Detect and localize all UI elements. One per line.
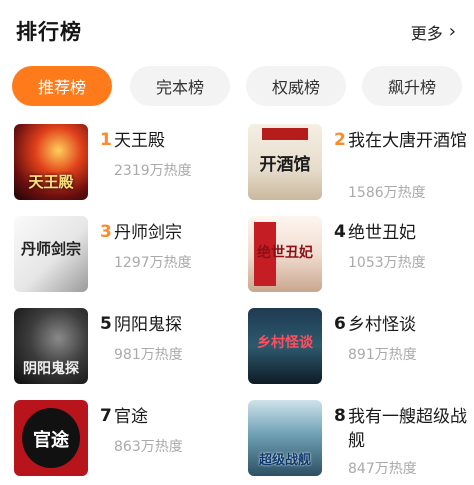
book-title: 官途 xyxy=(114,407,148,427)
tab-completed[interactable]: 完本榜 xyxy=(130,66,230,106)
tab-label: 飙升榜 xyxy=(387,78,436,97)
book-title: 天王殿 xyxy=(114,131,165,151)
list-item[interactable]: 阴阳鬼探 5 阴阳鬼探 981万热度 xyxy=(14,308,244,398)
cover-title: 乡村怪谈 xyxy=(257,335,313,351)
list-item[interactable]: 官途 7 官途 863万热度 xyxy=(14,400,244,485)
cover-title: 开酒馆 xyxy=(259,155,311,175)
cover-title: 阴阳鬼探 xyxy=(23,361,79,377)
cover-title: 官途 xyxy=(33,430,69,451)
book-title: 我有一艘超级战舰 xyxy=(348,407,467,451)
ranking-tabs: 推荐榜 完本榜 权威榜 飙升榜 xyxy=(12,66,472,106)
book-cover: 绝世丑妃 xyxy=(248,216,322,292)
list-item[interactable]: 超级战舰 8 我有一艘超级战舰 847万热度 xyxy=(248,400,474,485)
heat-count: 847万热度 xyxy=(348,461,417,477)
cover-title: 超级战舰 xyxy=(258,453,311,468)
book-title: 绝世丑妃 xyxy=(348,223,416,243)
chevron-right-icon: › xyxy=(448,21,456,42)
book-title: 乡村怪谈 xyxy=(348,315,416,335)
heat-count: 863万热度 xyxy=(114,439,183,455)
book-title: 丹师剑宗 xyxy=(114,223,182,243)
heat-count: 2319万热度 xyxy=(114,163,192,179)
cover-title: 天王殿 xyxy=(28,173,74,191)
heat-count: 1586万热度 xyxy=(348,185,426,201)
tab-recommended[interactable]: 推荐榜 xyxy=(12,66,112,106)
heat-count: 1053万热度 xyxy=(348,255,426,271)
rank-number: 6 xyxy=(334,314,346,334)
book-title: 阴阳鬼探 xyxy=(114,315,182,335)
book-cover: 乡村怪谈 xyxy=(248,308,322,384)
rank-number: 4 xyxy=(334,222,346,242)
cover-title: 丹师剑宗 xyxy=(20,240,81,258)
tab-label: 完本榜 xyxy=(155,78,204,97)
list-item[interactable]: 绝世丑妃 4 绝世丑妃 1053万热度 xyxy=(248,216,474,306)
heat-count: 1297万热度 xyxy=(114,255,192,271)
tab-rising[interactable]: 飙升榜 xyxy=(362,66,462,106)
book-ranking-list: 天王殿 1 天王殿 2319万热度 开酒馆 2 我在大唐开酒馆 1586万热度 … xyxy=(0,118,474,485)
tab-label: 权威榜 xyxy=(271,78,320,97)
heat-count: 981万热度 xyxy=(114,347,183,363)
book-cover: 丹师剑宗 xyxy=(14,216,88,292)
book-cover: 超级战舰 xyxy=(248,400,322,476)
rank-number: 2 xyxy=(334,130,346,150)
ranking-header: 排行榜 更多 › xyxy=(0,0,474,62)
rank-number: 1 xyxy=(100,130,112,150)
cover-banner xyxy=(262,128,308,140)
book-cover: 阴阳鬼探 xyxy=(14,308,88,384)
rank-number: 7 xyxy=(100,406,112,426)
more-label: 更多 xyxy=(410,24,443,43)
rank-number: 5 xyxy=(100,314,112,334)
cover-title: 绝世丑妃 xyxy=(257,245,313,261)
book-cover: 官途 xyxy=(14,400,88,476)
rank-number: 8 xyxy=(334,406,346,426)
list-item[interactable]: 丹师剑宗 3 丹师剑宗 1297万热度 xyxy=(14,216,244,306)
book-cover: 天王殿 xyxy=(14,124,88,200)
book-title: 我在大唐开酒馆 xyxy=(348,131,467,151)
list-item[interactable]: 天王殿 1 天王殿 2319万热度 xyxy=(14,124,244,214)
rank-number: 3 xyxy=(100,222,112,242)
tab-label: 推荐榜 xyxy=(37,78,86,97)
heat-count: 891万热度 xyxy=(348,347,417,363)
book-cover: 开酒馆 xyxy=(248,124,322,200)
more-button[interactable]: 更多 › xyxy=(411,20,456,44)
tab-authority[interactable]: 权威榜 xyxy=(246,66,346,106)
page-title: 排行榜 xyxy=(16,20,82,44)
list-item[interactable]: 乡村怪谈 6 乡村怪谈 891万热度 xyxy=(248,308,474,398)
list-item[interactable]: 开酒馆 2 我在大唐开酒馆 1586万热度 xyxy=(248,124,474,214)
